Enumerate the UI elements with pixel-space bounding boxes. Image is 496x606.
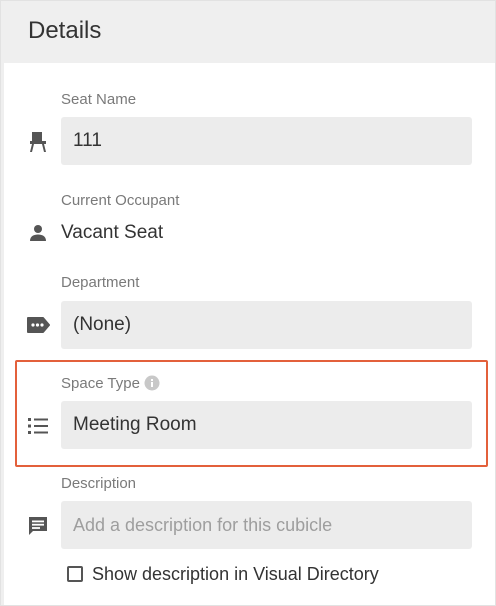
current-occupant-value: Vacant Seat — [61, 222, 164, 243]
space-type-label: Space Type — [61, 375, 140, 392]
department-field[interactable]: (None) — [61, 301, 472, 349]
comment-icon — [26, 514, 50, 538]
side-strip — [1, 63, 4, 605]
current-occupant-label: Current Occupant — [61, 192, 180, 209]
person-icon — [26, 221, 50, 245]
list-icon — [26, 414, 50, 438]
description-label: Description — [61, 475, 137, 492]
panel-title: Details — [28, 17, 102, 44]
panel-header: Details — [1, 1, 495, 63]
description-field[interactable]: Add a description for this cubicle — [61, 501, 472, 549]
space-type-field[interactable]: Meeting Room — [61, 401, 472, 449]
show-description-label[interactable]: Show description in Visual Directory — [92, 563, 379, 585]
tag-icon — [26, 313, 50, 337]
show-description-row[interactable]: Show description in Visual Directory — [67, 563, 379, 585]
seat-name-label: Seat Name — [61, 91, 137, 108]
details-panel: Details Seat Name 111 Current Occupant V… — [0, 0, 496, 606]
chair-icon — [26, 130, 50, 154]
seat-name-field[interactable]: 111 — [61, 117, 472, 165]
info-icon[interactable] — [144, 375, 160, 391]
department-label: Department — [61, 274, 140, 291]
show-description-checkbox[interactable] — [67, 566, 83, 582]
